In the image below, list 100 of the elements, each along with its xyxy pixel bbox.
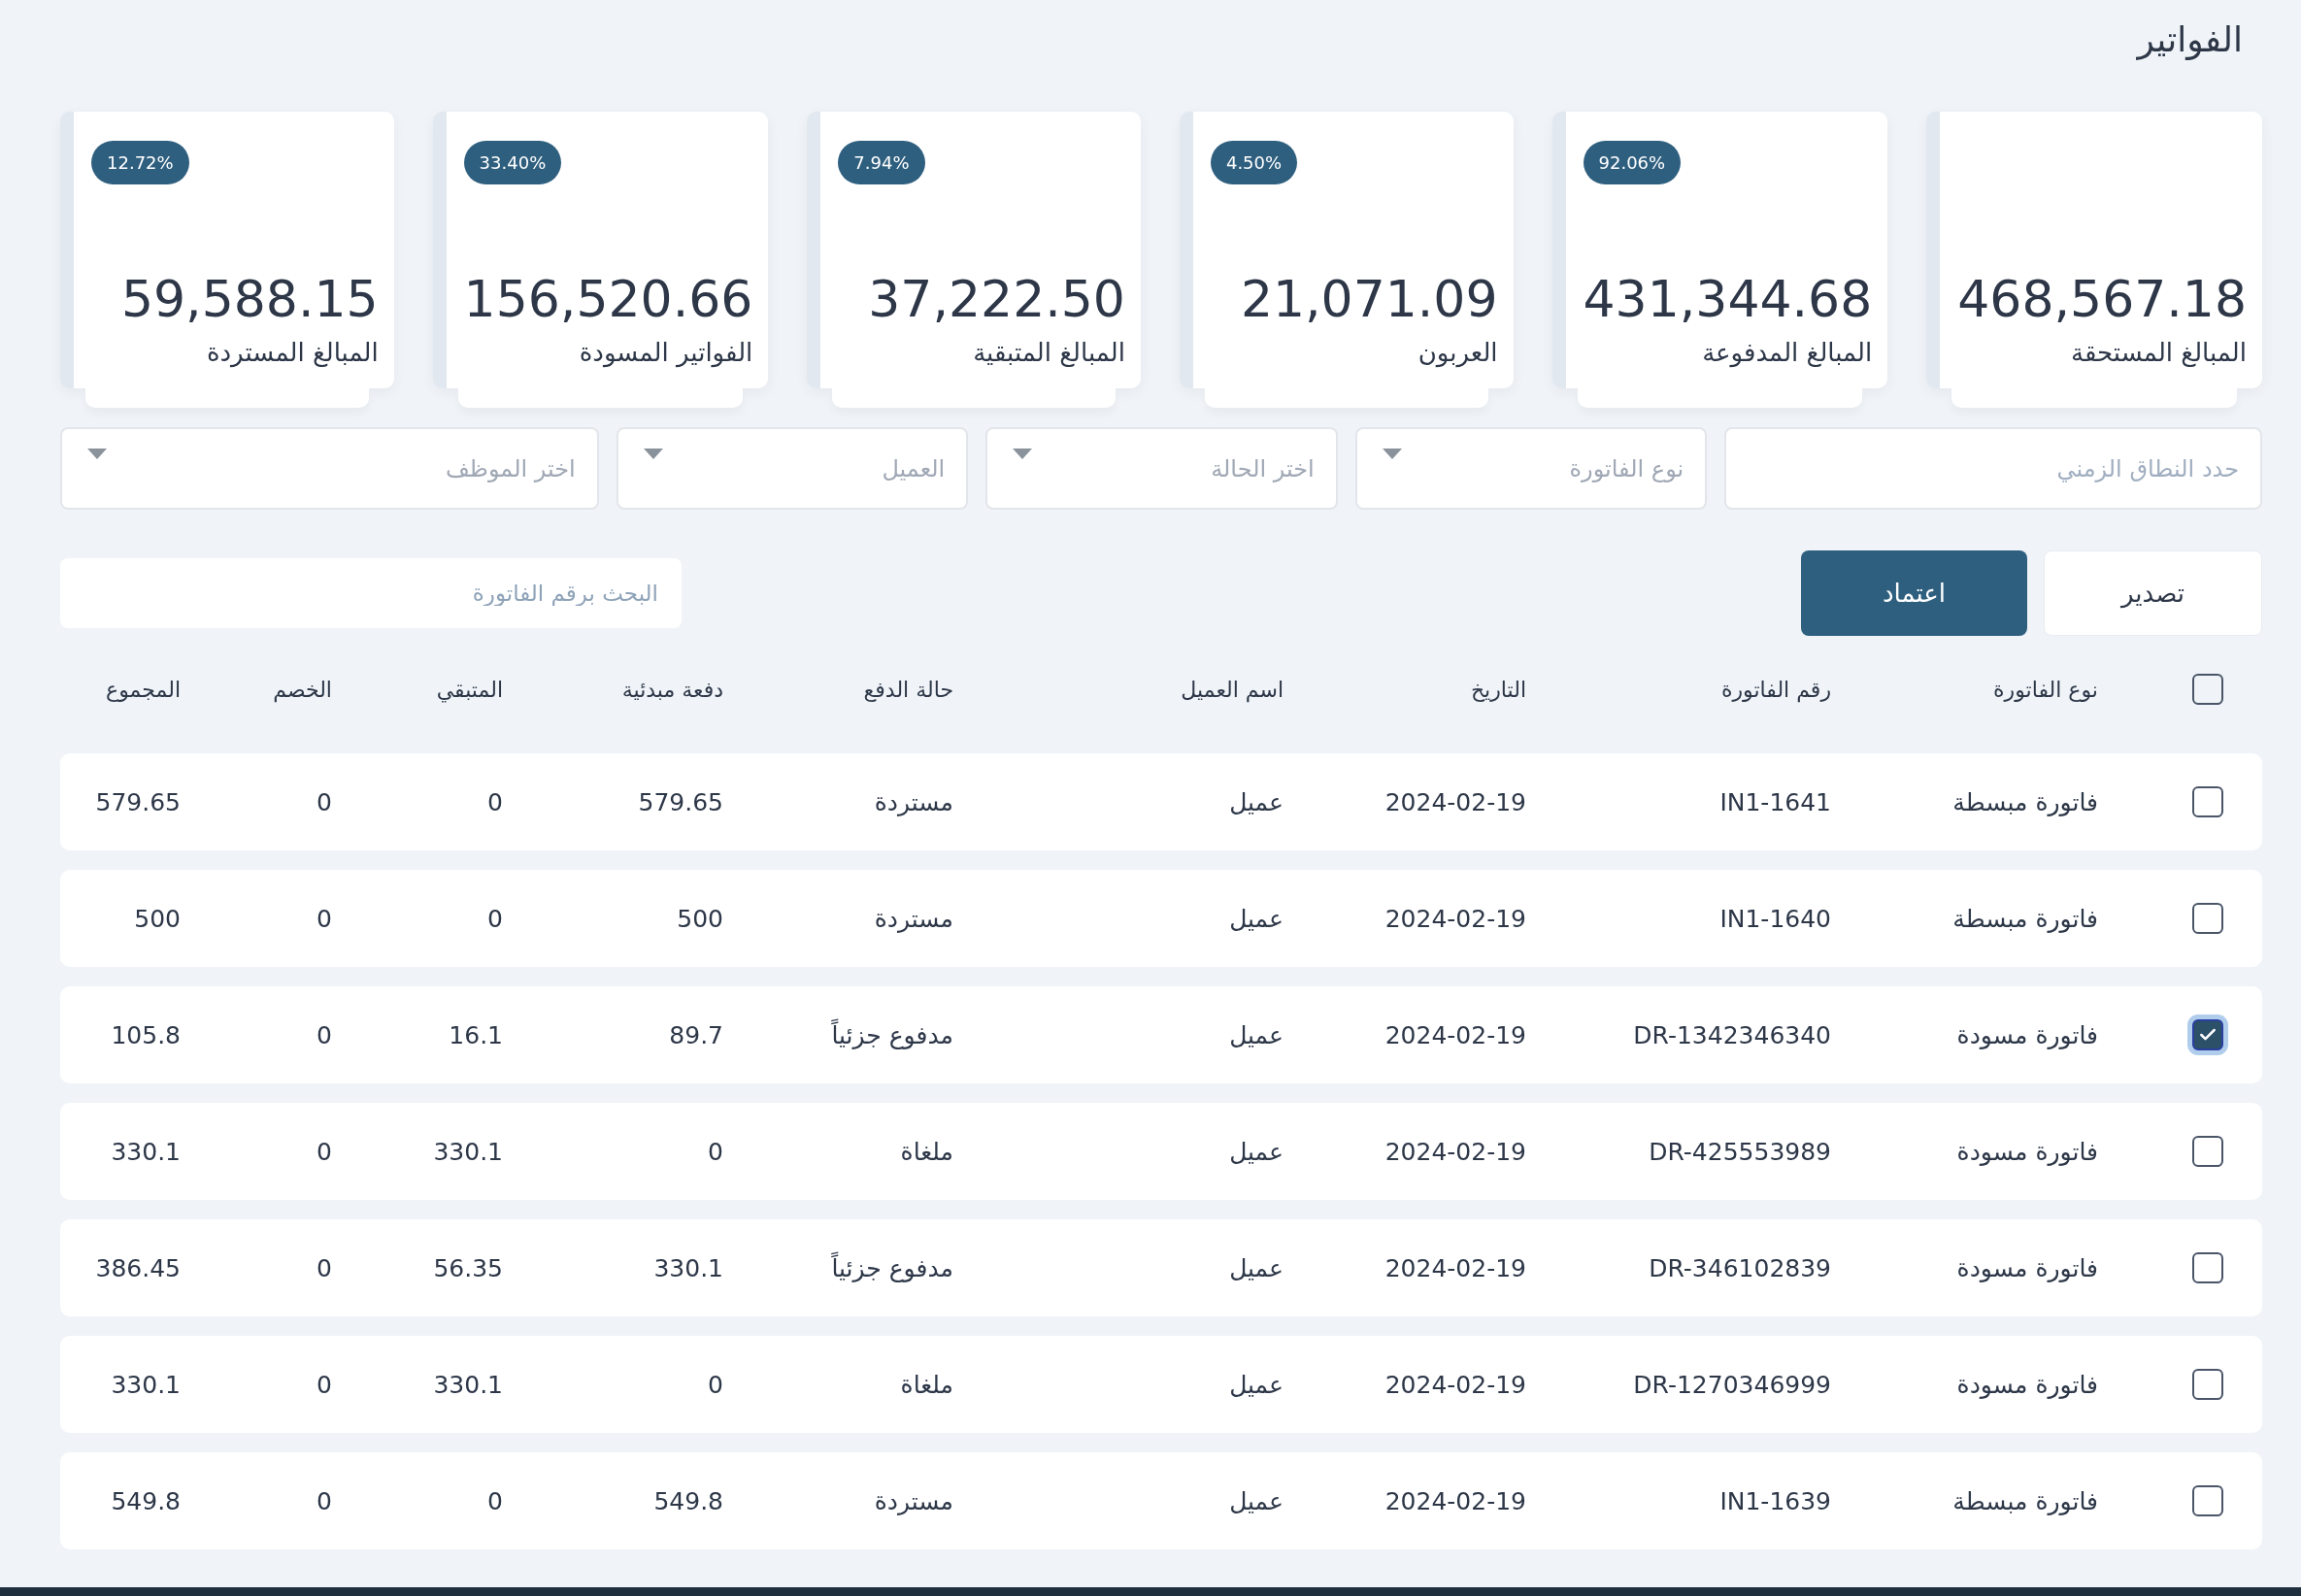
caret-icon <box>87 449 107 459</box>
percent-badge: 92.06% <box>1583 141 1682 184</box>
row-checkbox[interactable] <box>2192 1369 2223 1400</box>
table-cell: 0 <box>317 1486 332 1515</box>
table-cell: 579.65 <box>95 787 181 816</box>
table-cell: 2024-02-19 <box>1384 1253 1526 1282</box>
table-cell: 549.8 <box>111 1486 181 1515</box>
table-cell: عميل <box>1229 1020 1284 1049</box>
table-cell: 549.8 <box>653 1486 723 1515</box>
table-cell: مستردة <box>874 1486 953 1515</box>
table-cell: فاتورة مبسطة <box>1952 1486 2098 1515</box>
table-cell: 500 <box>134 904 181 933</box>
approve-button[interactable]: اعتماد <box>1801 550 2027 636</box>
table-cell: DR-425553989 <box>1649 1137 1831 1166</box>
table-cell: فاتورة مسودة <box>1956 1370 2098 1399</box>
table-cell: 0 <box>317 787 332 816</box>
stat-value: 156,520.66 <box>463 270 753 328</box>
column-header: رقم الفاتورة <box>1720 677 1831 702</box>
filter-dropdown[interactable]: نوع الفاتورة <box>1354 427 1708 510</box>
percent-badge: 12.72% <box>91 141 189 184</box>
table-cell: مستردة <box>874 904 953 933</box>
table-cell: 56.35 <box>433 1253 503 1282</box>
column-header: دفعة مبدئية <box>621 677 723 702</box>
column-header: التاريخ <box>1470 677 1526 702</box>
table-cell: 0 <box>487 904 503 933</box>
stat-label: المبالغ المتبقية <box>972 338 1125 367</box>
table-cell: فاتورة مبسطة <box>1952 904 2098 933</box>
table-cell: 105.8 <box>111 1020 181 1049</box>
table-cell: 0 <box>317 904 332 933</box>
table-cell: عميل <box>1229 1253 1284 1282</box>
table-cell: ملغاة <box>900 1137 953 1166</box>
table-cell: عميل <box>1229 904 1284 933</box>
table-cell: 579.65 <box>638 787 723 816</box>
stat-value: 37,222.50 <box>867 270 1125 328</box>
row-checkbox[interactable] <box>2192 1485 2223 1516</box>
column-header: نوع الفاتورة <box>1993 677 2098 702</box>
filter-dropdown[interactable]: العميل <box>616 427 969 510</box>
table-cell: 2024-02-19 <box>1384 904 1526 933</box>
page-title: الفواتير <box>2137 19 2243 62</box>
filter-dropdown[interactable]: اختر الحالة <box>985 427 1338 510</box>
table-cell: 0 <box>317 1370 332 1399</box>
table-cell: عميل <box>1229 1486 1284 1515</box>
table-cell: عميل <box>1229 787 1284 816</box>
column-header: اسم العميل <box>1181 677 1284 702</box>
column-header: الخصم <box>273 677 332 702</box>
table-cell: 2024-02-19 <box>1384 1370 1526 1399</box>
column-header: المجموع <box>106 677 181 702</box>
table-cell: IN1-1639 <box>1719 1486 1831 1515</box>
row-checkbox[interactable] <box>2192 786 2223 817</box>
percent-badge: 4.50% <box>1210 141 1298 184</box>
table-cell: 0 <box>487 1486 503 1515</box>
table-cell: 330.1 <box>653 1253 723 1282</box>
stat-value: 21,071.09 <box>1239 270 1498 328</box>
table-cell: فاتورة مسودة <box>1956 1020 2098 1049</box>
caret-icon <box>643 449 663 459</box>
column-header: المتبقي <box>436 677 503 702</box>
table-cell: IN1-1640 <box>1719 904 1831 933</box>
stat-label: العربون <box>1417 338 1498 367</box>
table-cell: 0 <box>708 1137 723 1166</box>
row-checkbox[interactable] <box>2192 903 2223 934</box>
table-cell: 2024-02-19 <box>1384 1486 1526 1515</box>
stat-label: الفواتير المسودة <box>578 338 753 367</box>
table-cell: IN1-1641 <box>1719 787 1831 816</box>
table-cell: 330.1 <box>433 1370 503 1399</box>
table-cell: 0 <box>317 1137 332 1166</box>
table-cell: ملغاة <box>900 1370 953 1399</box>
table-cell: 386.45 <box>95 1253 181 1282</box>
row-checkbox[interactable] <box>2192 1136 2223 1167</box>
percent-badge: 33.40% <box>463 141 562 184</box>
row-checkbox[interactable] <box>2192 1252 2223 1283</box>
table-cell: 330.1 <box>111 1370 181 1399</box>
filter-dropdown[interactable]: اختر الموظف <box>60 427 599 510</box>
select-all-checkbox[interactable] <box>2192 674 2223 705</box>
table-cell: فاتورة مسودة <box>1956 1137 2098 1166</box>
table-cell: 89.7 <box>669 1020 723 1049</box>
table-cell: 330.1 <box>433 1137 503 1166</box>
caret-icon <box>1013 449 1033 459</box>
table-cell: 2024-02-19 <box>1384 1137 1526 1166</box>
table-cell: فاتورة مسودة <box>1956 1253 2098 1282</box>
stat-label: المبالغ المستردة <box>205 338 379 367</box>
table-cell: عميل <box>1229 1370 1284 1399</box>
export-button[interactable]: تصدير <box>2044 550 2262 636</box>
column-header: حالة الدفع <box>863 677 953 702</box>
table-cell: فاتورة مبسطة <box>1952 787 2098 816</box>
table-cell: 2024-02-19 <box>1384 1020 1526 1049</box>
table-cell: 330.1 <box>111 1137 181 1166</box>
table-cell: DR-1270346999 <box>1633 1370 1831 1399</box>
table-cell: 0 <box>317 1253 332 1282</box>
stat-value: 431,344.68 <box>1583 270 1873 328</box>
table-cell: 2024-02-19 <box>1384 787 1526 816</box>
caret-icon <box>1382 449 1402 459</box>
stat-label: المبالغ المستحقة <box>2069 338 2247 367</box>
percent-badge: 7.94% <box>838 141 925 184</box>
table-cell: DR-346102839 <box>1649 1253 1831 1282</box>
date-range-field[interactable]: حدد النطاق الزمني <box>1724 427 2262 510</box>
search-field[interactable]: البحث برقم الفاتورة <box>60 558 682 628</box>
table-cell: DR-1342346340 <box>1633 1020 1831 1049</box>
stat-value: 59,588.15 <box>119 270 379 328</box>
table-cell: 0 <box>487 787 503 816</box>
table-cell: 16.1 <box>449 1020 503 1049</box>
